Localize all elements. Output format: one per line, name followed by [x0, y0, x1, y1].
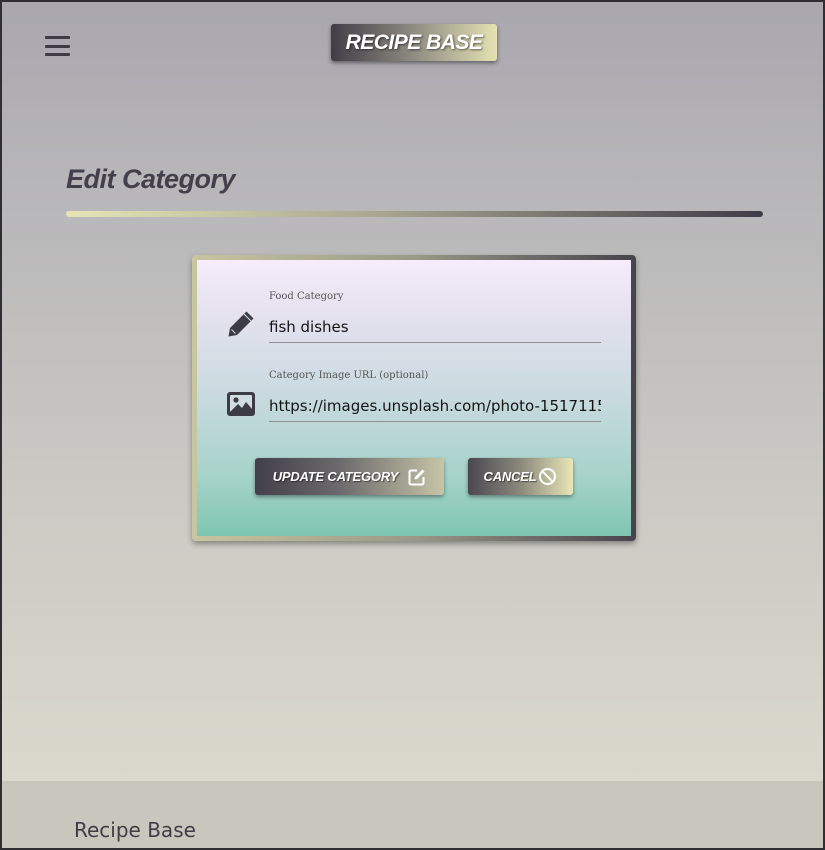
- food-category-label: Food Category: [269, 291, 344, 302]
- image-icon: [227, 392, 255, 416]
- food-category-input[interactable]: [269, 311, 601, 343]
- edit-category-form: Food Category Category Image URL (option…: [197, 260, 631, 536]
- footer-brand-text: Recipe Base: [74, 818, 196, 842]
- update-category-button-label: Update Category: [272, 469, 399, 484]
- cancel-button-label: Cancel: [483, 469, 537, 484]
- title-divider: [66, 211, 763, 217]
- image-url-label: Category Image URL (optional): [269, 370, 429, 381]
- ban-circle-icon: [539, 468, 557, 485]
- image-url-input[interactable]: [269, 390, 601, 422]
- hamburger-menu-icon[interactable]: [45, 36, 70, 56]
- site-footer: Recipe Base: [2, 781, 823, 848]
- page-title: Edit Category: [66, 164, 236, 194]
- update-category-button[interactable]: Update Category: [255, 458, 444, 495]
- edit-square-icon: [408, 469, 425, 485]
- pencil-icon: [228, 311, 254, 337]
- edit-category-card: Food Category Category Image URL (option…: [192, 255, 636, 541]
- brand-logo-link[interactable]: RECIPE BASE: [331, 24, 497, 61]
- cancel-button[interactable]: Cancel: [468, 458, 573, 495]
- app-frame: RECIPE BASE Edit Category Food Category …: [0, 0, 825, 850]
- brand-logo-text: RECIPE BASE: [345, 30, 483, 54]
